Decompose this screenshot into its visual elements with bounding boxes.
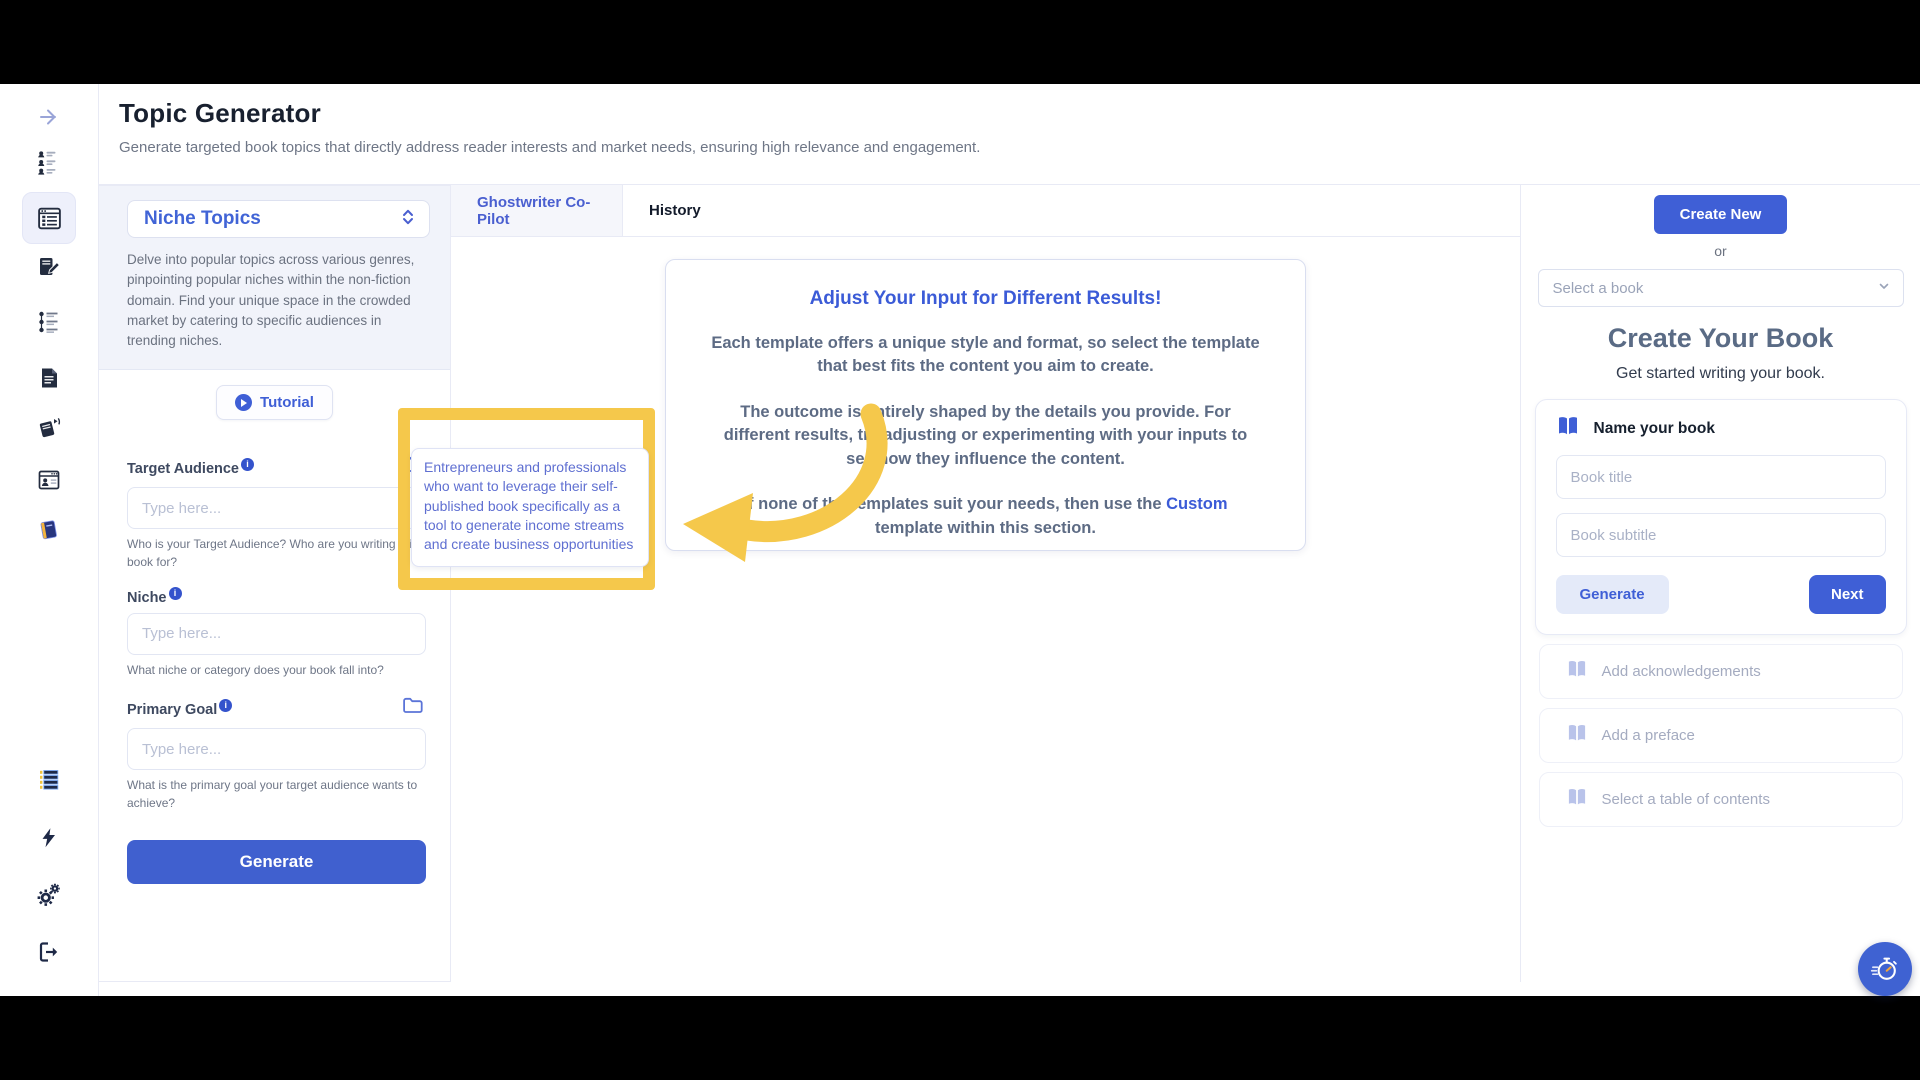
open-book-icon [1566, 724, 1588, 747]
audience-list-icon[interactable] [32, 145, 66, 179]
primary-goal-label: Primary Goal [127, 698, 233, 718]
open-book-icon [1566, 788, 1588, 811]
generate-topics-button[interactable]: Generate [127, 840, 426, 885]
book-writing-icon[interactable] [32, 250, 66, 284]
create-your-book-subtitle: Get started writing your book. [1616, 365, 1825, 382]
page-header: Topic Generator Generate targeted book t… [99, 84, 1920, 185]
app-window: Topic Generator Generate targeted book t… [0, 84, 1920, 996]
center-panel: Ghostwriter Co-Pilot History Adjust Your… [451, 185, 1520, 982]
folder-icon[interactable] [401, 695, 426, 721]
target-audience-input[interactable] [127, 487, 426, 530]
niche-helper: What niche or category does your book fa… [127, 662, 384, 677]
niche-label: Niche [127, 587, 182, 606]
step-label: Add acknowledgements [1601, 663, 1761, 680]
audiobook-icon[interactable] [32, 411, 66, 445]
message-card-paragraph: Each template offers a unique style and … [711, 334, 1260, 376]
tab-ghostwriter-copilot[interactable]: Ghostwriter Co-Pilot [451, 185, 623, 236]
or-divider-text: or [1714, 243, 1727, 259]
tutorial-row: Tutorial [99, 370, 450, 432]
author-profile-icon[interactable] [32, 463, 66, 497]
page-title: Topic Generator [119, 98, 321, 128]
target-audience-helper: Who is your Target Audience? Who are you… [127, 537, 418, 569]
open-book-icon [1566, 660, 1588, 683]
info-icon[interactable] [241, 457, 254, 471]
sidebar [0, 84, 99, 996]
quick-actions-icon[interactable] [32, 821, 66, 855]
book-icon[interactable] [32, 513, 66, 547]
info-message-card: Adjust Your Input for Different Results!… [665, 259, 1306, 551]
logout-icon[interactable] [32, 935, 66, 969]
next-button[interactable]: Next [1808, 575, 1886, 614]
primary-goal-helper: What is the primary goal your target aud… [127, 778, 418, 810]
book-title-input[interactable] [1555, 455, 1886, 499]
settings-gears-icon[interactable] [32, 878, 66, 912]
custom-template-link[interactable]: Custom [1166, 495, 1227, 513]
template-select[interactable]: Niche Topics [127, 200, 430, 238]
template-description: Delve into popular topics across various… [127, 252, 415, 348]
create-book-panel: Create New or Select a book Create Your … [1520, 185, 1920, 982]
book-subtitle-input[interactable] [1555, 513, 1886, 557]
add-acknowledgements-step[interactable]: Add acknowledgements [1538, 644, 1903, 699]
template-panel-top: Niche Topics Delve into popular topics a… [99, 186, 450, 371]
target-audience-label: Target Audience [127, 457, 254, 477]
message-card-paragraph: The outcome is entirely shaped by the de… [723, 402, 1248, 468]
tutorial-label: Tutorial [260, 394, 314, 412]
info-icon[interactable] [168, 587, 182, 601]
sort-chevrons-icon [399, 207, 417, 232]
stopwatch-icon [1870, 957, 1897, 980]
outline-list-icon[interactable] [32, 305, 66, 339]
create-your-book-title: Create Your Book [1607, 323, 1834, 353]
tutorial-button[interactable]: Tutorial [216, 385, 333, 421]
select-book-dropdown[interactable]: Select a book [1537, 269, 1904, 307]
message-card-title: Adjust Your Input for Different Results! [809, 288, 1162, 309]
niche-input[interactable] [127, 612, 426, 655]
speed-timer-fab[interactable] [1858, 942, 1912, 996]
step-label: Add a preface [1601, 727, 1695, 744]
document-icon[interactable] [32, 361, 66, 395]
template-select-value: Niche Topics [144, 208, 261, 229]
page-subtitle: Generate targeted book topics that direc… [119, 139, 981, 156]
play-icon [235, 394, 253, 412]
tab-history[interactable]: History [623, 185, 727, 236]
name-your-book-heading: Name your book [1593, 419, 1715, 437]
chapters-list-icon[interactable] [32, 763, 66, 797]
collapse-arrow-icon[interactable] [32, 100, 66, 134]
target-audience-tooltip: Entrepreneurs and professionals who want… [411, 448, 649, 567]
generate-book-name-button[interactable]: Generate [1555, 575, 1669, 614]
tab-bar: Ghostwriter Co-Pilot History [451, 185, 1520, 237]
template-panel: Niche Topics Delve into popular topics a… [99, 185, 451, 982]
add-preface-step[interactable]: Add a preface [1538, 708, 1903, 763]
topic-form: Target Audience Who is your Target Audie… [99, 432, 450, 885]
select-book-value: Select a book [1552, 279, 1644, 297]
info-icon[interactable] [219, 698, 233, 712]
open-book-icon [1556, 416, 1580, 441]
create-new-button[interactable]: Create New [1653, 195, 1788, 234]
select-table-of-contents-step[interactable]: Select a table of contents [1538, 772, 1903, 827]
screen: Topic Generator Generate targeted book t… [0, 0, 1920, 1080]
primary-goal-input[interactable] [127, 728, 426, 771]
chevron-down-icon [1877, 279, 1891, 298]
message-card-paragraph: If none of the templates suit your needs… [743, 495, 1228, 537]
step-label: Select a table of contents [1601, 791, 1770, 808]
topic-generator-icon[interactable] [32, 201, 66, 235]
name-your-book-card: Name your book Generate Next [1534, 399, 1907, 635]
